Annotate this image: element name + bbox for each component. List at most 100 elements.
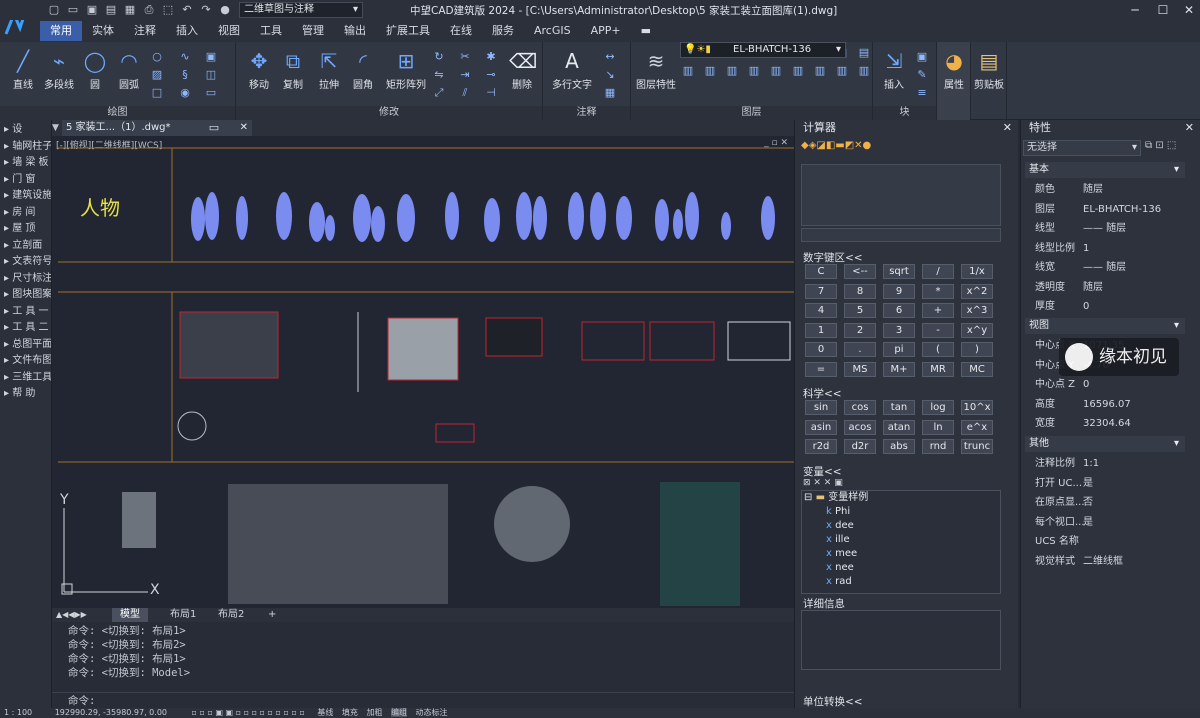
- palette-item[interactable]: ▸ 立剖面: [0, 238, 51, 255]
- select-icon[interactable]: ⬚: [160, 3, 176, 17]
- spline-icon[interactable]: ∿: [178, 50, 192, 64]
- tree-group[interactable]: ⊟ ▬ 变量样例: [802, 491, 1000, 505]
- calc-key[interactable]: 8: [844, 283, 876, 299]
- add-layout-button[interactable]: +: [260, 608, 284, 622]
- drawing-canvas[interactable]: [-][俯视][二维线框][WCS] _ ▫ ✕ 人物 Y X: [52, 136, 794, 608]
- variables-label[interactable]: 变量<<: [803, 464, 842, 479]
- palette-item[interactable]: ▸ 轴网柱子: [0, 139, 51, 156]
- calc-key[interactable]: 7: [805, 283, 837, 299]
- tab-service[interactable]: 服务: [482, 21, 524, 41]
- layer-tool-icon[interactable]: ▥: [769, 64, 783, 78]
- tab-insert[interactable]: 插入: [166, 21, 208, 41]
- property-value[interactable]: 0: [1083, 375, 1089, 394]
- wipeout-icon[interactable]: ▭: [204, 86, 218, 100]
- trim-icon[interactable]: ✂: [458, 50, 472, 64]
- create-block-icon[interactable]: ▣: [915, 50, 929, 64]
- calc-key[interactable]: x^y: [961, 322, 993, 338]
- extend-icon[interactable]: ⇥: [458, 68, 472, 82]
- break-icon[interactable]: ⊣: [484, 86, 498, 100]
- property-row[interactable]: UCS 名称: [1033, 532, 1185, 551]
- print-icon[interactable]: ⎙: [141, 3, 157, 17]
- calc-key[interactable]: /: [922, 264, 954, 279]
- palette-item[interactable]: ▸ 门 窗: [0, 172, 51, 189]
- help-icon[interactable]: ●: [217, 3, 233, 17]
- tab-view[interactable]: 视图: [208, 21, 250, 41]
- layer-tool-icon[interactable]: ▥: [747, 64, 761, 78]
- tab-output[interactable]: 输出: [334, 21, 376, 41]
- open-file-icon[interactable]: ▭: [65, 3, 81, 17]
- palette-item[interactable]: ▸ 尺寸标注: [0, 271, 51, 288]
- tab-annotate[interactable]: 注释: [124, 21, 166, 41]
- save-as-icon[interactable]: ▤: [103, 3, 119, 17]
- fillet-button[interactable]: ◜ 圆角: [348, 48, 378, 91]
- calc-key[interactable]: sin: [805, 400, 837, 415]
- calc-key[interactable]: -: [922, 322, 954, 338]
- property-row[interactable]: 线型比例 1: [1033, 239, 1185, 258]
- tab-layout1[interactable]: 布局1: [162, 608, 204, 622]
- attribute-icon[interactable]: ≡: [915, 86, 929, 100]
- minimize-button[interactable]: ─: [1122, 0, 1148, 20]
- line-button[interactable]: ╱ 直线: [6, 48, 40, 91]
- save-icon[interactable]: ▣: [84, 3, 100, 17]
- palette-item[interactable]: ▸ 帮 助: [0, 386, 51, 403]
- palette-item[interactable]: ▸ 图块图案: [0, 287, 51, 304]
- rectangle-icon[interactable]: □: [150, 86, 164, 100]
- offset-icon[interactable]: ⫽: [458, 86, 472, 100]
- tab-tools[interactable]: 工具: [250, 21, 292, 41]
- layer-properties-button[interactable]: ≋ 图层特性: [635, 48, 677, 91]
- calc-key[interactable]: .: [844, 342, 876, 357]
- toggle-dyn-dim[interactable]: 动态标注: [416, 708, 448, 717]
- properties-button[interactable]: ◕ 属性: [939, 48, 969, 91]
- tab-ext-tools[interactable]: 扩展工具: [376, 21, 440, 41]
- calc-key[interactable]: asin: [805, 419, 837, 435]
- tree-item[interactable]: x ille: [802, 533, 1000, 547]
- calc-key[interactable]: 5: [844, 303, 876, 318]
- point-icon[interactable]: ◉: [178, 86, 192, 100]
- calc-key[interactable]: x^3: [961, 303, 993, 318]
- palette-item[interactable]: ▸ 屋 顶: [0, 221, 51, 238]
- calc-display[interactable]: [801, 164, 1001, 226]
- property-value[interactable]: 是: [1083, 513, 1093, 532]
- region-icon[interactable]: ▣: [204, 50, 218, 64]
- maximize-button[interactable]: ☐: [1150, 0, 1176, 20]
- mtext-button[interactable]: A 多行文字: [547, 48, 597, 91]
- calc-key[interactable]: cos: [844, 400, 876, 415]
- table-icon[interactable]: ▦: [603, 86, 617, 100]
- calc-key[interactable]: log: [922, 400, 954, 415]
- calc-toolbar-icons[interactable]: ◆◈◪◧▬◩✕●: [801, 140, 871, 151]
- rotate-icon[interactable]: ↻: [432, 50, 446, 64]
- palette-item[interactable]: ▸ 文表符号: [0, 254, 51, 271]
- tree-item[interactable]: x mee: [802, 547, 1000, 561]
- calc-key[interactable]: 1/x: [961, 264, 993, 279]
- close-icon[interactable]: ✕: [240, 120, 248, 136]
- palette-item[interactable]: ▸ 建筑设施: [0, 188, 51, 205]
- calc-key[interactable]: sqrt: [883, 264, 915, 279]
- tab-common[interactable]: 常用: [40, 21, 82, 41]
- calc-key[interactable]: trunc: [961, 439, 993, 454]
- property-row[interactable]: 高度 16596.07: [1033, 395, 1185, 414]
- mirror-icon[interactable]: ⇋: [432, 68, 446, 82]
- arc-button[interactable]: ◠ 圆弧: [112, 48, 146, 91]
- calc-key[interactable]: ): [961, 342, 993, 357]
- palette-item[interactable]: ▸ 工 具 一: [0, 304, 51, 321]
- property-row[interactable]: 图层 EL-BHATCH-136: [1033, 200, 1185, 219]
- tab-online[interactable]: 在线: [440, 21, 482, 41]
- calc-key[interactable]: 9: [883, 283, 915, 299]
- calc-key[interactable]: r2d: [805, 439, 837, 454]
- property-value[interactable]: —— 随层: [1083, 219, 1126, 238]
- calc-key[interactable]: C: [805, 264, 837, 279]
- toggle-group[interactable]: 编组: [390, 708, 407, 717]
- tree-item[interactable]: k Phi: [802, 505, 1000, 519]
- property-value[interactable]: 随层: [1083, 278, 1103, 297]
- toggle-baseline[interactable]: 基线: [317, 708, 333, 717]
- property-value[interactable]: —— 随层: [1083, 258, 1126, 277]
- close-icon[interactable]: ✕: [1185, 120, 1194, 136]
- calc-key[interactable]: x^2: [961, 283, 993, 299]
- calc-key[interactable]: 10^x: [961, 400, 993, 415]
- calc-key[interactable]: (: [922, 342, 954, 357]
- ribbon-toggle-icon[interactable]: ▬: [631, 21, 661, 41]
- tree-item[interactable]: x dee: [802, 519, 1000, 533]
- scientific-label[interactable]: 科学<<: [803, 386, 842, 401]
- layer-tool-icon[interactable]: ▥: [725, 64, 739, 78]
- calc-key[interactable]: pi: [883, 342, 915, 357]
